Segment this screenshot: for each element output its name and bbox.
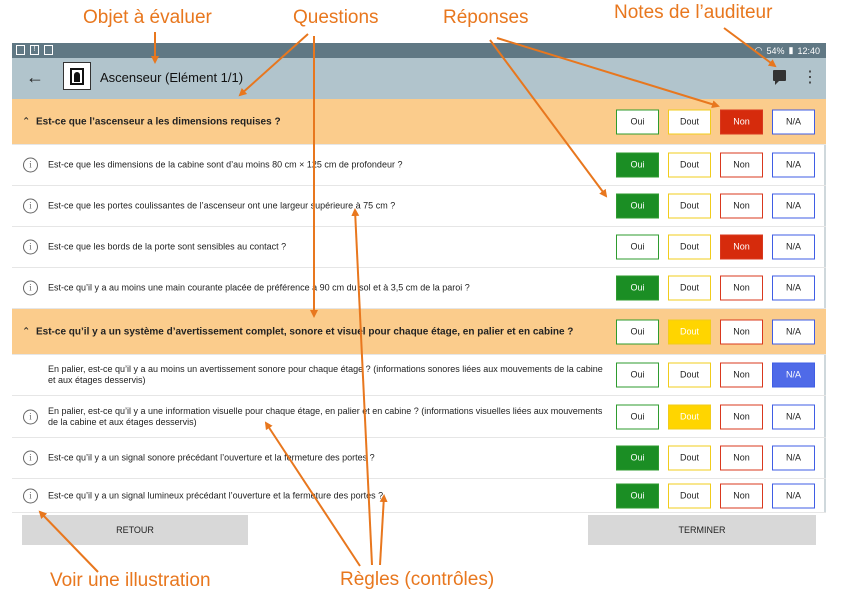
- answer-dout-button[interactable]: Dout: [668, 234, 711, 260]
- question-row: i En palier, est-ce qu’il y a une informa…: [12, 396, 826, 438]
- answer-na-button[interactable]: N/A: [772, 234, 815, 260]
- answer-oui-button[interactable]: Oui: [616, 483, 659, 508]
- answer-oui-button[interactable]: Oui: [616, 275, 659, 301]
- answer-na-button[interactable]: N/A: [772, 109, 815, 134]
- status-bar: ! ◠ 54% ▮ 12:40: [12, 43, 826, 58]
- status-bar-right: ◠ 54% ▮ 12:40: [755, 45, 820, 56]
- answer-na-button[interactable]: N/A: [772, 362, 815, 388]
- info-icon[interactable]: i: [23, 157, 38, 173]
- answer-non-button[interactable]: Non: [720, 275, 763, 301]
- answer-oui-button[interactable]: Oui: [616, 109, 659, 134]
- question-row: En palier, est-ce qu’il y a au moins un …: [12, 355, 826, 396]
- answer-non-button[interactable]: Non: [720, 193, 763, 219]
- info-icon[interactable]: i: [23, 450, 38, 466]
- annotation-illustration: Voir une illustration: [50, 570, 211, 591]
- answer-oui-button[interactable]: Oui: [616, 193, 659, 219]
- elevator-icon[interactable]: [63, 62, 91, 90]
- answer-na-button[interactable]: N/A: [772, 404, 815, 429]
- answer-non-button[interactable]: Non: [720, 362, 763, 388]
- info-icon[interactable]: i: [23, 488, 38, 503]
- answer-oui-button[interactable]: Oui: [616, 152, 659, 178]
- tablet-screen: ! ◠ 54% ▮ 12:40 ← Ascenseur (Elément 1/1…: [12, 43, 826, 549]
- annotation-regles: Règles (contrôles): [340, 569, 495, 590]
- answer-na-button[interactable]: N/A: [772, 319, 815, 344]
- answer-na-button[interactable]: N/A: [772, 193, 815, 219]
- info-icon[interactable]: i: [23, 239, 38, 255]
- person-shape: [74, 72, 80, 82]
- question-text: Est-ce que les bords de la porte sont se…: [48, 241, 287, 252]
- question-row: i Est-ce qu’il y a un signal lumineux pré…: [12, 479, 826, 513]
- answer-non-button[interactable]: Non: [720, 404, 763, 429]
- annotation-objet: Objet à évaluer: [83, 7, 212, 28]
- question-row: i Est-ce qu’il y a un signal sonore précé…: [12, 438, 826, 479]
- app-bar: ← Ascenseur (Elément 1/1) ⋮: [12, 58, 826, 99]
- answer-dout-button[interactable]: Dout: [668, 404, 711, 429]
- retour-button[interactable]: RETOUR: [22, 515, 248, 545]
- question-text: En palier, est-ce qu’il y a une informat…: [48, 405, 603, 427]
- question-text: Est-ce qu’il y a un signal lumineux préc…: [48, 490, 384, 500]
- chevron-up-icon[interactable]: ⌃: [22, 116, 30, 127]
- question-text: Est-ce que les dimensions de la cabine s…: [48, 159, 403, 170]
- question-text: Est-ce qu’il y a un signal sonore précéd…: [48, 452, 375, 463]
- answer-na-button[interactable]: N/A: [772, 445, 815, 471]
- answer-na-button[interactable]: N/A: [772, 275, 815, 301]
- bottom-bar: RETOUR TERMINER: [12, 513, 826, 549]
- info-icon[interactable]: i: [23, 280, 38, 296]
- chevron-up-icon[interactable]: ⌃: [22, 326, 30, 337]
- terminer-button[interactable]: TERMINER: [588, 515, 816, 545]
- answer-dout-button[interactable]: Dout: [668, 319, 711, 344]
- answer-oui-button[interactable]: Oui: [616, 445, 659, 471]
- answer-oui-button[interactable]: Oui: [616, 234, 659, 260]
- clock: 12:40: [797, 45, 820, 56]
- answer-dout-button[interactable]: Dout: [668, 109, 711, 134]
- answer-oui-button[interactable]: Oui: [616, 319, 659, 344]
- battery-icon: ▮: [788, 45, 794, 55]
- answer-non-button[interactable]: Non: [720, 319, 763, 344]
- wifi-icon: ◠: [754, 45, 763, 55]
- info-icon[interactable]: i: [23, 409, 38, 424]
- answer-dout-button[interactable]: Dout: [668, 483, 711, 508]
- question-row: i Est-ce qu’il y a au moins une main cour…: [12, 268, 826, 309]
- answer-non-button[interactable]: Non: [720, 483, 763, 508]
- question-list: ⌃ Est-ce que l’ascenseur a les dimensions…: [12, 99, 826, 513]
- answer-na-button[interactable]: N/A: [772, 483, 815, 508]
- question-text: En palier, est-ce qu’il y a au moins un …: [48, 364, 603, 385]
- question-group-row: ⌃ Est-ce que l’ascenseur a les dimensions…: [12, 99, 826, 145]
- answer-dout-button[interactable]: Dout: [668, 445, 711, 471]
- answer-dout-button[interactable]: Dout: [668, 275, 711, 301]
- page-title: Ascenseur (Elément 1/1): [100, 70, 244, 85]
- question-text: Est-ce qu’il y a au moins une main coura…: [48, 282, 470, 293]
- question-row: i Est-ce que les dimensions de la cabine …: [12, 145, 826, 186]
- info-icon[interactable]: i: [23, 198, 38, 214]
- answer-non-button[interactable]: Non: [720, 445, 763, 471]
- question-row: i Est-ce que les portes coulissantes de l…: [12, 186, 826, 227]
- annotation-questions: Questions: [293, 7, 379, 28]
- answer-oui-button[interactable]: Oui: [616, 404, 659, 429]
- status-bar-left: !: [16, 45, 53, 55]
- battery-level: 54%: [766, 45, 785, 56]
- question-text: Est-ce que les portes coulissantes de l’…: [48, 200, 396, 211]
- answer-dout-button[interactable]: Dout: [668, 152, 711, 178]
- warning-icon: !: [30, 45, 39, 55]
- notes-icon[interactable]: [773, 70, 786, 85]
- answer-na-button[interactable]: N/A: [772, 152, 815, 178]
- more-menu-icon[interactable]: ⋮: [802, 67, 818, 87]
- answer-non-button[interactable]: Non: [720, 109, 763, 134]
- back-arrow-icon[interactable]: ←: [26, 67, 44, 88]
- group-question-text: Est-ce que l’ascenseur a les dimensions …: [36, 116, 281, 127]
- group-question-text: Est-ce qu’il y a un système d’avertissem…: [36, 326, 574, 337]
- annotation-reponses: Réponses: [443, 7, 529, 28]
- answer-non-button[interactable]: Non: [720, 152, 763, 178]
- annotation-notes: Notes de l’auditeur: [614, 2, 773, 23]
- question-row: i Est-ce que les bords de la porte sont s…: [12, 227, 826, 268]
- answer-oui-button[interactable]: Oui: [616, 362, 659, 388]
- answer-dout-button[interactable]: Dout: [668, 362, 711, 388]
- download-icon: [44, 45, 53, 55]
- answer-non-button[interactable]: Non: [720, 234, 763, 260]
- answer-dout-button[interactable]: Dout: [668, 193, 711, 219]
- question-group-row: ⌃ Est-ce qu’il y a un système d’avertisse…: [12, 309, 826, 355]
- notification-icon: [16, 45, 25, 55]
